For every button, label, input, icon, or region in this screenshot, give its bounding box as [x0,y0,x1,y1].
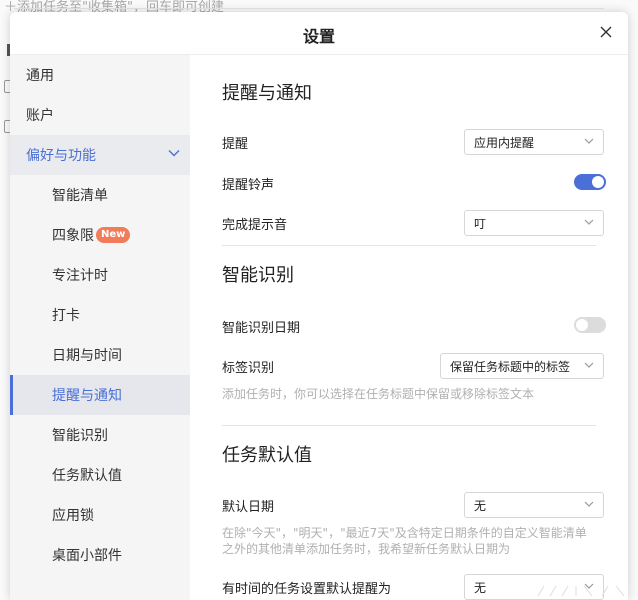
sidebar-item-app-lock[interactable]: 应用锁 [10,495,190,535]
chevron-down-icon [168,150,180,157]
chevron-down-icon [584,362,594,368]
remind-select[interactable]: 应用内提醒 [464,129,604,155]
sidebar-item-label: 智能识别 [52,428,108,444]
chevron-down-icon [584,138,594,144]
chevron-down-icon [584,501,594,507]
toggle-knob [576,319,588,331]
tag-recognition-desc: 添加任务时，你可以选择在任务标题中保留或移除标签文本 [222,387,535,401]
sidebar-item-reminders[interactable]: 提醒与通知 [10,375,190,415]
sidebar-item-account[interactable]: 账户 [10,95,190,135]
sidebar-item-label: 专注计时 [52,268,108,284]
sidebar-item-label: 通用 [26,68,54,84]
default-date-desc: 在除"今天"，"明天"，"最近7天"及含特定日期条件的自定义智能清单之外的其他清… [222,526,587,556]
default-date-select-value: 无 [474,499,487,513]
dialog-title: 设置 [302,27,335,46]
timed-reminder-label: 有时间的任务设置默认提醒为 [222,582,392,597]
watermark-icon [537,585,625,597]
settings-sidebar: 通用 账户 偏好与功能 智能清单 四象限 New 专注计时 打卡 日期与时间 提… [10,55,190,600]
settings-content: 提醒与通知 提醒 应用内提醒 提醒铃声 完成提示音 叮 智能识别 智能识别日期 … [190,55,628,600]
ringtone-label: 提醒铃声 [222,178,275,193]
sidebar-item-date-time[interactable]: 日期与时间 [10,335,190,375]
ringtone-toggle[interactable] [574,174,606,190]
sidebar-item-label: 偏好与功能 [26,148,96,164]
section-divider [222,245,596,246]
sidebar-item-task-defaults[interactable]: 任务默认值 [10,455,190,495]
sidebar-item-smart-lists[interactable]: 智能清单 [10,175,190,215]
sidebar-item-label: 提醒与通知 [52,388,122,404]
chevron-down-icon [584,219,594,225]
tag-recognition-label: 标签识别 [222,361,275,376]
smart-date-toggle[interactable] [574,317,606,333]
done-sound-label: 完成提示音 [222,218,288,233]
sidebar-item-label: 账户 [26,108,54,124]
section-title-reminders: 提醒与通知 [222,83,312,104]
default-date-label: 默认日期 [222,500,275,515]
section-title-smart-recognition: 智能识别 [222,265,294,286]
dialog-header: 设置 [10,12,628,55]
close-button[interactable] [598,24,614,40]
sidebar-item-label: 应用锁 [52,508,94,524]
background-divider [14,8,604,9]
close-icon [600,26,612,38]
section-divider [222,425,596,426]
sidebar-item-label: 打卡 [52,308,80,324]
settings-dialog: 设置 通用 账户 偏好与功能 智能清单 四象限 New 专注计时 打卡 日期与时… [10,12,628,600]
toggle-knob [592,176,604,188]
timed-reminder-select-value: 无 [474,581,487,595]
new-badge: New [96,227,131,243]
remind-label: 提醒 [222,137,249,152]
sidebar-item-preferences[interactable]: 偏好与功能 [10,135,190,175]
done-sound-select-value: 叮 [474,217,487,231]
section-title-task-defaults: 任务默认值 [222,445,312,466]
tag-recognition-select-value: 保留任务标题中的标签 [450,360,571,374]
sidebar-item-habit[interactable]: 打卡 [10,295,190,335]
done-sound-select[interactable]: 叮 [464,210,604,236]
tag-recognition-select[interactable]: 保留任务标题中的标签 [440,353,604,379]
sidebar-item-label: 任务默认值 [52,468,122,484]
default-date-select[interactable]: 无 [464,492,604,518]
sidebar-item-label: 日期与时间 [52,348,122,364]
sidebar-item-eisenhower[interactable]: 四象限 New [10,215,190,255]
sidebar-item-label: 四象限 [52,228,94,244]
sidebar-item-focus-timer[interactable]: 专注计时 [10,255,190,295]
sidebar-item-general[interactable]: 通用 [10,55,190,95]
smart-date-label: 智能识别日期 [222,321,301,336]
sidebar-item-widgets[interactable]: 桌面小部件 [10,535,190,575]
sidebar-item-smart-recognition[interactable]: 智能识别 [10,415,190,455]
remind-select-value: 应用内提醒 [474,136,535,150]
sidebar-item-label: 智能清单 [52,188,108,204]
sidebar-item-label: 桌面小部件 [52,548,122,564]
